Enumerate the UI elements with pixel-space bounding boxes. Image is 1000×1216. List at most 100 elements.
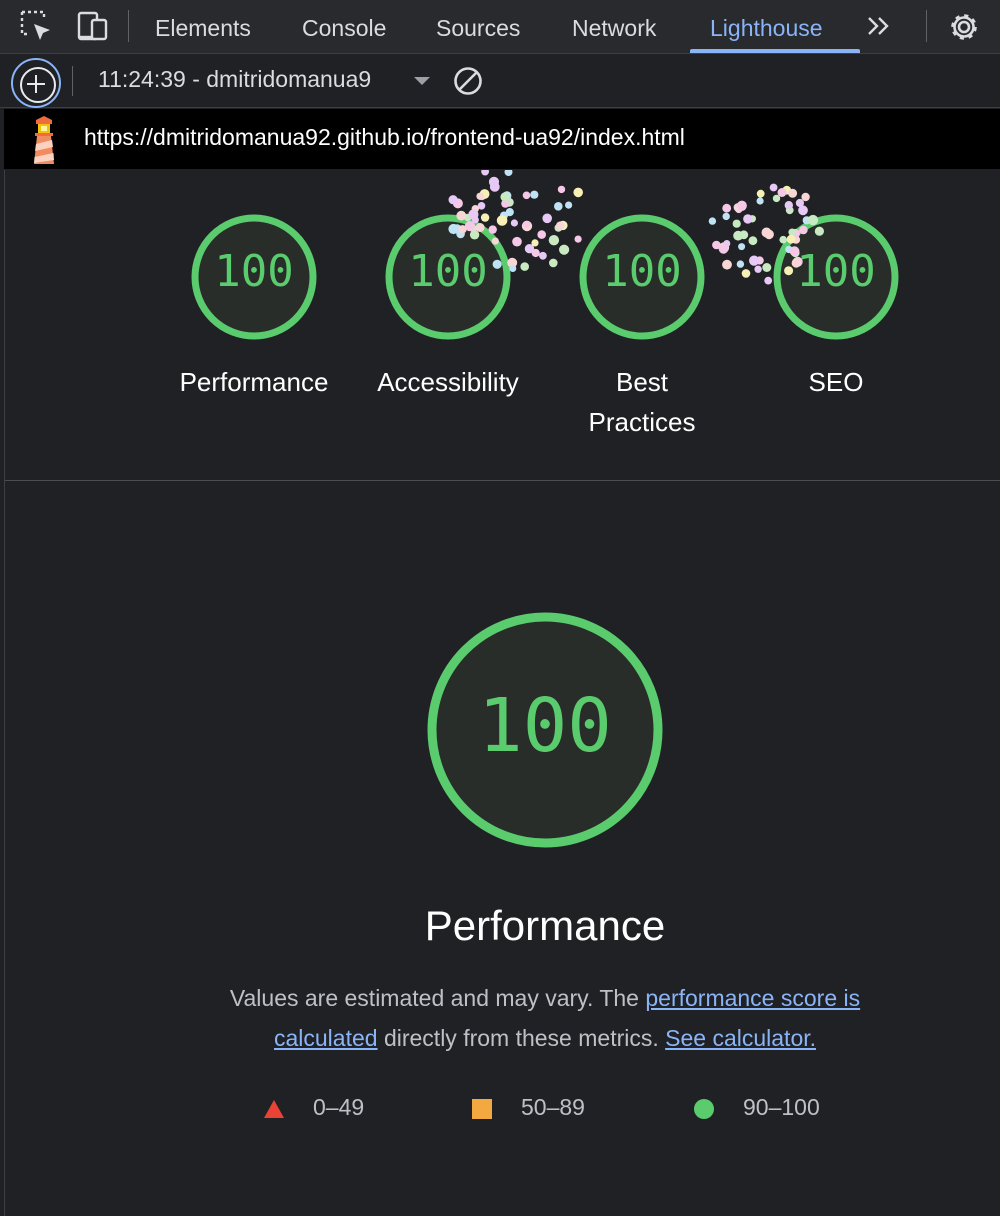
see-calculator-link[interactable]: See calculator. (665, 1025, 816, 1051)
confetti-dot (479, 189, 490, 199)
confetti-dot (736, 200, 747, 211)
confetti-dot (772, 194, 781, 203)
description-text: Values are estimated and may vary. The (229, 985, 646, 1011)
gauge-accessibility[interactable]: 100 (383, 212, 513, 342)
confetti-dot (500, 192, 510, 202)
confetti-dot (504, 170, 513, 176)
toolbar-divider (926, 10, 927, 42)
toolbar-divider (72, 66, 73, 96)
performance-description: Values are estimated and may vary. The p… (175, 978, 915, 1058)
confetti-dot (741, 269, 751, 278)
settings-icon[interactable] (947, 10, 981, 44)
confetti-dot (738, 202, 747, 211)
category-title: Performance (424, 902, 666, 949)
legend-range: 0–49 (313, 1094, 365, 1120)
confetti-dot (520, 262, 529, 271)
confetti-dot (548, 235, 560, 246)
confetti-dot (733, 203, 743, 212)
gauge-score: 100 (796, 246, 876, 297)
confetti-dot (769, 183, 778, 192)
confetti-dot (554, 202, 563, 211)
confetti-dot (712, 240, 721, 250)
confetti-dot (756, 197, 764, 205)
confetti-dot (502, 191, 512, 201)
confetti-dot (762, 263, 772, 272)
clear-icon[interactable] (453, 66, 483, 96)
confetti-dot (478, 192, 486, 201)
confetti-dot (761, 227, 772, 238)
confetti-dot (795, 198, 805, 208)
confetti-dot (531, 239, 539, 247)
confetti-dot (755, 256, 764, 265)
gauge-label-performance: Performance (179, 367, 329, 397)
confetti-dot (539, 251, 547, 260)
square-icon (471, 1098, 493, 1125)
lighthouse-toolbar: 11:24:39 - dmitridomanua9 (0, 54, 1000, 108)
gauge-best-practices[interactable]: 100 (577, 212, 707, 342)
more-tabs-icon[interactable] (864, 10, 898, 44)
confetti-dot (718, 243, 729, 254)
devtools-tab-bar: Elements Console Sources Network Lightho… (0, 0, 1000, 54)
confetti-dot (489, 182, 500, 192)
circle-icon (693, 1098, 715, 1126)
gauge-performance[interactable]: 100 (189, 212, 319, 342)
report-url[interactable]: https://dmitridomanua92.github.io/fronte… (84, 124, 685, 151)
confetti-dot (524, 244, 535, 254)
legend-range: 50–89 (521, 1094, 585, 1120)
confetti-dot (531, 248, 540, 258)
lighthouse-logo-icon (24, 116, 64, 164)
tab-elements[interactable]: Elements (155, 0, 251, 54)
toolbar-divider (128, 10, 129, 42)
device-toolbar-icon[interactable] (76, 10, 110, 44)
confetti-dot (476, 192, 484, 200)
tab-console[interactable]: Console (302, 0, 386, 54)
confetti-dot (557, 185, 566, 194)
confetti-dot (452, 198, 463, 209)
triangle-icon (263, 1098, 285, 1125)
confetti-dot (549, 258, 558, 268)
confetti-dot (738, 243, 746, 251)
confetti-dot (505, 197, 514, 207)
gauge-score: 100 (478, 683, 612, 769)
confetti-dot (537, 230, 546, 239)
confetti-dot (477, 202, 486, 210)
confetti-dot (801, 192, 810, 202)
confetti-dot (530, 190, 539, 199)
confetti-dot (723, 240, 731, 247)
description-text: directly from these metrics. (377, 1025, 666, 1051)
confetti-dot (542, 213, 552, 224)
dropdown-caret-icon[interactable] (414, 77, 430, 85)
report-url-bar: https://dmitridomanua92.github.io/fronte… (4, 109, 1000, 169)
new-report-icon[interactable] (11, 58, 61, 108)
confetti-dot (722, 203, 732, 213)
confetti-dot (573, 187, 583, 198)
lighthouse-report: 100 Performance 100 Accessibility 100 Be… (4, 170, 1000, 1216)
confetti-dot (521, 220, 533, 232)
tab-lighthouse[interactable]: Lighthouse (710, 0, 823, 54)
confetti-dot (784, 201, 793, 210)
confetti-dot (735, 205, 743, 214)
inspect-element-icon[interactable] (20, 10, 54, 44)
active-tab-indicator (690, 49, 860, 53)
confetti-dot (782, 185, 792, 195)
confetti-dot (512, 236, 522, 247)
report-select[interactable]: 11:24:39 - dmitridomanua9 (98, 66, 371, 93)
confetti-dot (749, 255, 760, 266)
tab-network[interactable]: Network (572, 0, 656, 54)
confetti-dot (718, 242, 730, 253)
confetti-dot (739, 230, 749, 240)
confetti-dot (559, 244, 570, 255)
gauge-label-accessibility: Accessibility (377, 367, 519, 397)
confetti-dot (733, 230, 743, 241)
confetti-dot (554, 224, 563, 232)
confetti-dot (732, 219, 741, 228)
gauge-score: 100 (214, 246, 294, 297)
confetti-dot (501, 199, 510, 208)
gauge-seo[interactable]: 100 (771, 212, 901, 342)
confetti-dot (488, 176, 500, 187)
section-divider (5, 480, 1000, 481)
tab-sources[interactable]: Sources (436, 0, 520, 54)
confetti-dot (481, 170, 489, 176)
confetti-dot (556, 221, 565, 230)
confetti-dot (448, 195, 458, 205)
